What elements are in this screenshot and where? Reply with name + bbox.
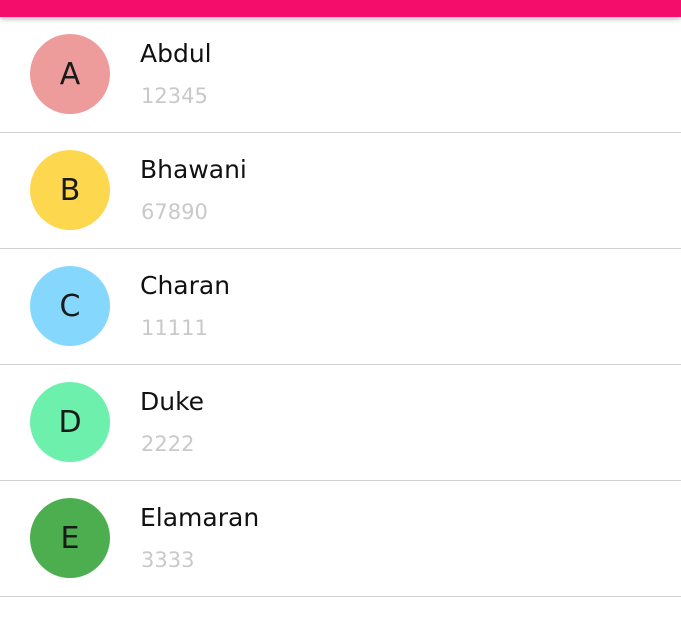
contact-number: 67890: [141, 200, 208, 224]
app-bar: [0, 0, 681, 17]
contact-avatar: D: [30, 382, 110, 462]
contact-item-elamaran[interactable]: E Elamaran 3333: [0, 481, 681, 597]
contact-item-charan[interactable]: C Charan 11111: [0, 249, 681, 365]
contacts-screen: A Abdul 12345 B Bhawani 67890 C Charan 1…: [0, 0, 681, 642]
contact-name: Duke: [140, 387, 205, 416]
contact-item-bhawani[interactable]: B Bhawani 67890: [0, 133, 681, 249]
contact-name: Elamaran: [140, 503, 260, 532]
contact-name: Bhawani: [140, 155, 247, 184]
contact-avatar: E: [30, 498, 110, 578]
contact-avatar: C: [30, 266, 110, 346]
contact-name: Charan: [140, 271, 231, 300]
contact-number: 12345: [141, 84, 208, 108]
contact-item-duke[interactable]: D Duke 2222: [0, 365, 681, 481]
contact-avatar: A: [30, 34, 110, 114]
contact-number: 3333: [141, 548, 195, 572]
contact-number: 11111: [141, 316, 208, 340]
contact-name: Abdul: [140, 39, 212, 68]
contact-number: 2222: [141, 432, 195, 456]
contact-item-abdul[interactable]: A Abdul 12345: [0, 17, 681, 133]
contact-avatar: B: [30, 150, 110, 230]
contact-list: A Abdul 12345 B Bhawani 67890 C Charan 1…: [0, 17, 681, 597]
